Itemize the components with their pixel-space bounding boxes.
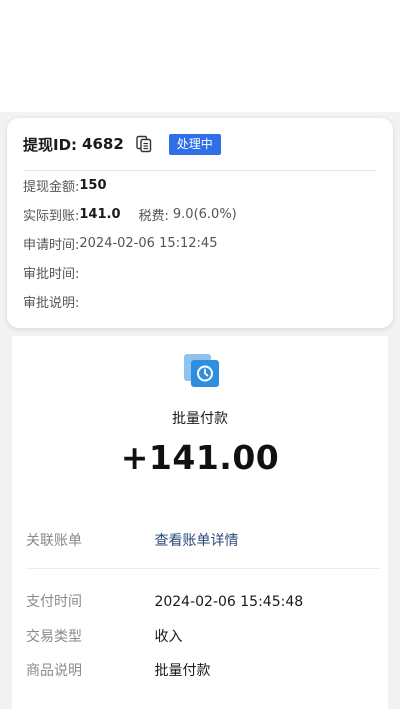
- desc-row: 商品说明 批量付款: [26, 660, 210, 680]
- top-blank-area: [0, 0, 400, 112]
- bill-amount: +141.00: [120, 438, 280, 477]
- status-badge: 处理中: [168, 133, 221, 155]
- apply-time-label: 申请时间:: [23, 238, 80, 253]
- review-time-row: 审批时间:: [23, 258, 377, 287]
- review-note-label: 审批说明:: [23, 296, 80, 311]
- view-bill-details-link[interactable]: 查看账单详情: [154, 533, 238, 549]
- actual-value: 141.0: [79, 207, 121, 222]
- pay-time-label: 支付时间: [26, 594, 82, 610]
- type-label: 交易类型: [26, 629, 82, 645]
- withdrawal-id-label: 提现ID:: [23, 135, 78, 154]
- actual-row: 实际到账: 141.0 税费: 9.0(6.0%): [23, 200, 377, 229]
- batch-payment-icon: [183, 353, 221, 389]
- bill-name: 批量付款: [172, 411, 228, 427]
- related-bill-row: 关联账单 查看账单详情: [26, 530, 238, 550]
- pay-time-row: 支付时间 2024-02-06 15:45:48: [26, 591, 303, 611]
- copy-icon[interactable]: [133, 133, 155, 155]
- type-value: 收入: [154, 629, 183, 645]
- withdrawal-id-value: 4682: [82, 135, 124, 153]
- actual-label: 实际到账:: [23, 209, 80, 224]
- tax-value: 9.0(6.0%): [172, 207, 237, 222]
- amount-label: 提现金额:: [23, 180, 80, 195]
- withdrawal-header: 提现ID: 4682 处理中: [23, 118, 377, 171]
- amount-value: 150: [79, 178, 107, 193]
- desc-value: 批量付款: [154, 663, 211, 679]
- divider: [26, 568, 380, 569]
- related-bill-label: 关联账单: [26, 533, 82, 549]
- apply-time-row: 申请时间: 2024-02-06 15:12:45: [23, 229, 377, 258]
- pay-time-value: 2024-02-06 15:45:48: [154, 594, 304, 610]
- bill-card: 批量付款 +141.00 关联账单 查看账单详情 支付时间 2024-02-06…: [12, 336, 388, 709]
- tax-label: 税费:: [138, 209, 169, 224]
- desc-label: 商品说明: [26, 663, 82, 679]
- withdrawal-card: 提现ID: 4682 处理中 提现金额: 150 实际到账: 141.0 税费:…: [7, 118, 393, 328]
- apply-time-value: 2024-02-06 15:12:45: [79, 236, 218, 251]
- amount-row: 提现金额: 150: [23, 171, 377, 200]
- review-note-row: 审批说明:: [23, 287, 377, 316]
- review-time-label: 审批时间:: [23, 267, 80, 282]
- type-row: 交易类型 收入: [26, 626, 182, 646]
